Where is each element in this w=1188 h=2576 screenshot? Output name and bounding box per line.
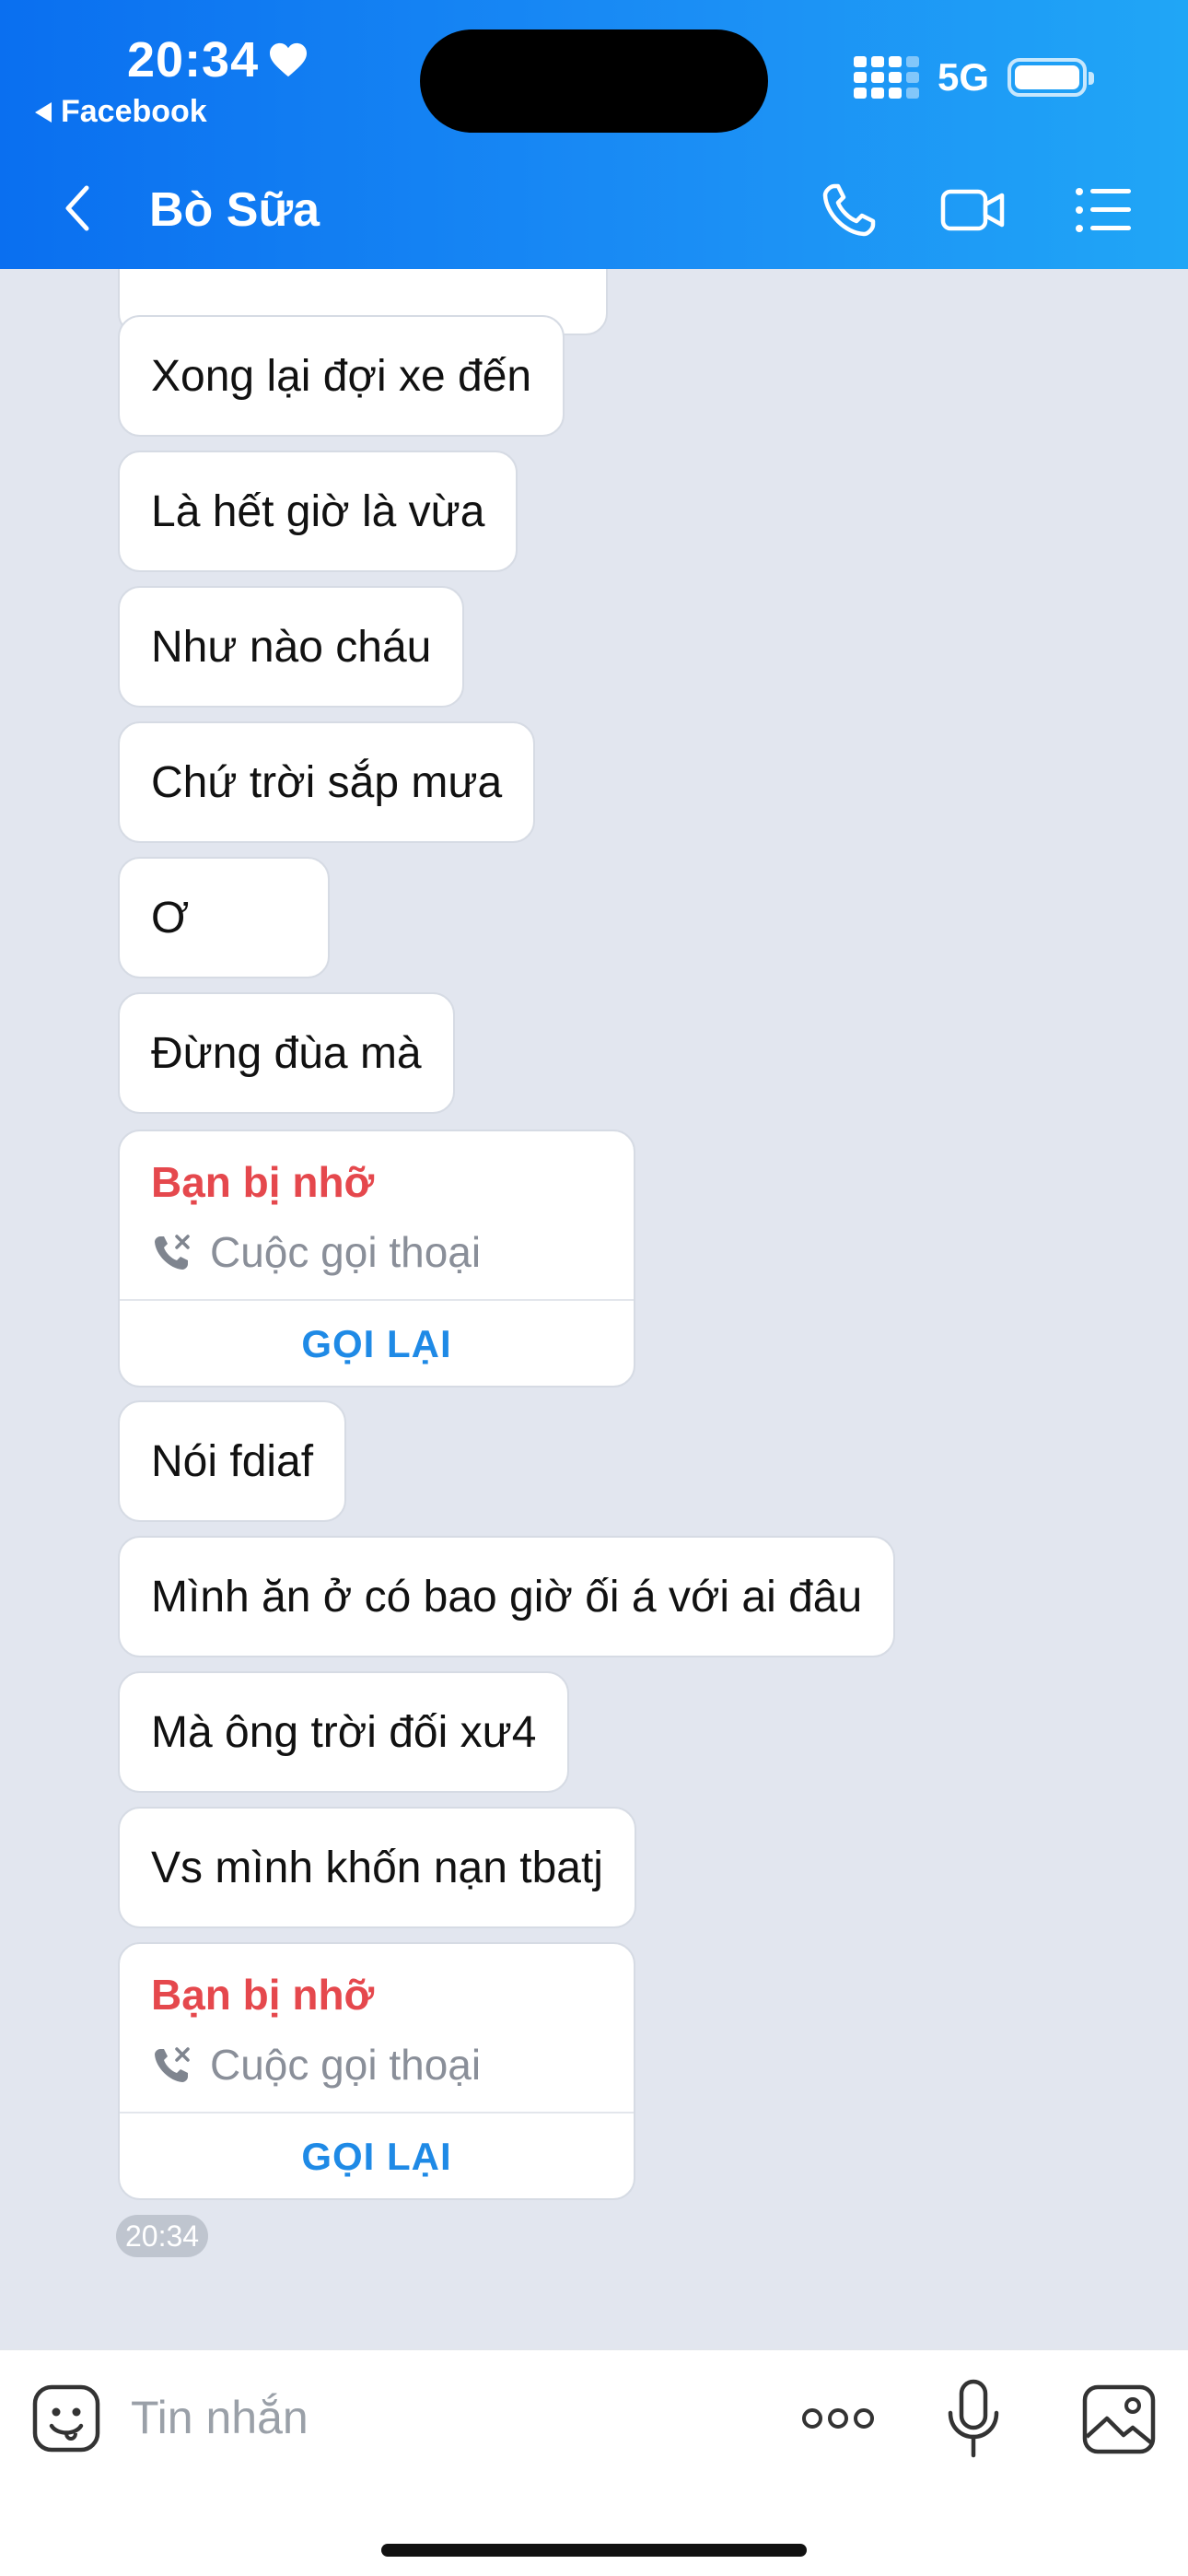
home-indicator: [381, 2544, 807, 2557]
missed-call-icon: [155, 2047, 190, 2082]
message-bubble[interactable]: Nói fdiaf: [118, 1400, 347, 1522]
missed-call-card: Bạn bị nhỡ Cuộc gọi thoại GỌI LẠI: [118, 1130, 635, 1388]
missed-call-subtitle: Cuộc gọi thoại: [210, 2041, 482, 2089]
network-type: 5G: [937, 55, 989, 99]
missed-call-type: Cuộc gọi thoại: [151, 1227, 481, 1277]
sticker-icon[interactable]: [31, 2383, 101, 2453]
battery-icon: [1007, 58, 1094, 97]
call-back-button[interactable]: GỌI LẠI: [120, 2113, 634, 2198]
message-list[interactable]: Xong lại đợi xe đến Là hết giờ là vừa Nh…: [0, 269, 1188, 2349]
message-bubble[interactable]: Chứ trời sắp mưa: [118, 721, 536, 843]
image-gallery-icon[interactable]: [1081, 2382, 1157, 2457]
missed-call-title: Bạn bị nhỡ: [151, 1971, 375, 2019]
message-bubble[interactable]: Vs mình khốn nạn tbatj: [118, 1807, 636, 1928]
message-bubble[interactable]: Xong lại đợi xe đến: [118, 315, 565, 437]
status-indicators: 5G: [853, 55, 1094, 100]
menu-list-icon[interactable]: [1070, 177, 1136, 243]
more-options-icon[interactable]: [799, 2391, 877, 2446]
message-bubble[interactable]: Đừng đùa mà: [118, 992, 455, 1114]
chat-title[interactable]: Bò Sữa: [149, 182, 320, 238]
missed-call-subtitle: Cuộc gọi thoại: [210, 1228, 482, 1276]
video-call-icon[interactable]: [939, 177, 1006, 243]
message-bubble[interactable]: Như nào cháu: [118, 586, 465, 708]
phone-call-icon[interactable]: [816, 177, 882, 243]
chat-header: 20:34 Facebook 5G Bò Sữa: [0, 0, 1188, 269]
status-time: 20:34: [127, 31, 309, 88]
message-bubble[interactable]: Là hết giờ là vừa: [118, 451, 518, 572]
dynamic-island: [420, 29, 768, 133]
microphone-icon[interactable]: [943, 2378, 1004, 2461]
heart-icon: [270, 42, 308, 77]
message-bubble[interactable]: Mình ăn ở có bao giờ ối á với ai đâu: [118, 1536, 896, 1657]
message-timestamp: 20:34: [116, 2215, 209, 2257]
missed-call-type: Cuộc gọi thoại: [151, 2040, 481, 2090]
missed-call-title: Bạn bị nhỡ: [151, 1158, 375, 1206]
message-composer: Tin nhắn: [0, 2349, 1188, 2576]
call-back-button[interactable]: GỌI LẠI: [120, 1301, 634, 1386]
message-bubble[interactable]: Ơ: [118, 857, 330, 978]
status-time-label: 20:34: [127, 32, 260, 88]
back-to-app-link[interactable]: Facebook: [35, 94, 207, 130]
back-triangle-icon: [35, 101, 52, 123]
message-input[interactable]: Tin nhắn: [131, 2391, 309, 2444]
back-arrow-icon[interactable]: [55, 181, 101, 236]
missed-call-card: Bạn bị nhỡ Cuộc gọi thoại GỌI LẠI: [118, 1942, 635, 2200]
back-app-label: Facebook: [61, 94, 207, 129]
signal-strength-icon: [853, 56, 919, 99]
message-bubble[interactable]: Mà ông trời đối xư4: [118, 1671, 570, 1793]
missed-call-icon: [155, 1235, 190, 1270]
